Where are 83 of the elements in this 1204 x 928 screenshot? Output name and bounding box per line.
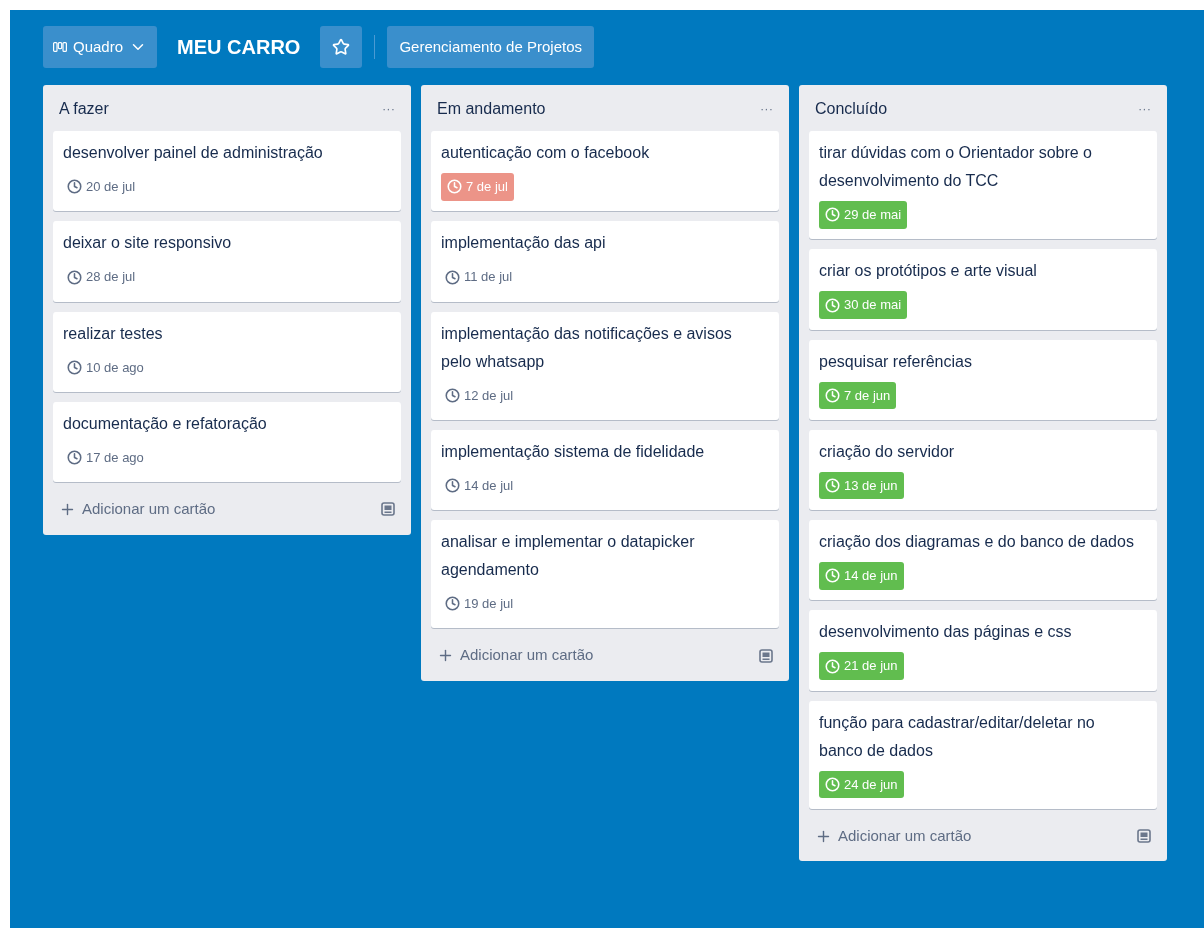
clock-icon xyxy=(445,478,460,493)
list-menu-button[interactable]: ··· xyxy=(760,99,773,119)
due-date-text: 11 de jul xyxy=(464,268,513,287)
due-date-text: 19 de jul xyxy=(464,595,514,613)
card-title: implementação sistema de fidelidade xyxy=(441,441,706,462)
star-button[interactable] xyxy=(320,26,363,68)
clock-icon xyxy=(825,658,840,674)
due-date-text: 20 de jul xyxy=(86,178,136,196)
task-card[interactable]: deixar o site responsivo 28 de jul xyxy=(53,221,401,302)
template-icon[interactable] xyxy=(381,502,395,517)
task-card[interactable]: desenvolvimento das páginas e css 21 de jun xyxy=(809,610,1157,691)
card-title: analisar e implementar o datapicker agendamento xyxy=(441,532,696,580)
due-date-text: 29 de mai xyxy=(844,206,902,224)
task-card[interactable]: documentação e refatoração 17 de ago xyxy=(53,401,401,482)
card-title: deixar o site responsivo xyxy=(63,233,233,254)
clock-icon xyxy=(825,478,840,493)
due-date-text: 7 de jun xyxy=(844,386,891,405)
card-title: desenvolvimento das páginas e css xyxy=(819,622,1073,643)
card-title: criação dos diagramas e do banco de dados xyxy=(819,532,1135,552)
clock-icon xyxy=(445,596,460,612)
card-title: criar os protótipos e arte visual xyxy=(819,261,1038,282)
clock-icon xyxy=(445,269,460,285)
clock-icon xyxy=(447,179,462,195)
list-menu-button[interactable]: ··· xyxy=(1138,99,1151,119)
clock-icon xyxy=(825,387,840,403)
due-date-text: 21 de jun xyxy=(844,657,898,676)
clock-icon xyxy=(825,568,840,584)
task-card[interactable]: desenvolver painel de administração 20 de jul xyxy=(53,131,401,212)
task-card[interactable]: criar os protótipos e arte visual 30 de mai xyxy=(809,249,1157,330)
task-card[interactable]: pesquisar referências 7 de jun xyxy=(809,339,1157,420)
board-icon xyxy=(53,42,67,52)
task-card[interactable]: implementação sistema de fidelidade 14 de jul xyxy=(431,429,779,510)
task-card[interactable]: implementação das notificações e avisos pelo whatsapp 12 de jul xyxy=(431,311,779,420)
list-title: Concluído xyxy=(815,99,888,119)
plus-icon xyxy=(437,647,454,664)
due-date-text: 7 de jul xyxy=(466,178,508,196)
card-title: pesquisar referências xyxy=(819,351,973,372)
task-card[interactable]: tirar dúvidas com o Orientador sobre o desenvolvimento do TCC 29 de mai xyxy=(809,131,1157,240)
due-date-text: 14 de jul xyxy=(464,476,514,495)
team-button[interactable]: Gerenciamento de Projetos xyxy=(387,26,594,68)
task-card[interactable]: criação dos diagramas e do banco de dados 14 de jun xyxy=(809,520,1157,601)
due-date-text: 28 de jul xyxy=(86,268,136,287)
card-title: desenvolver painel de administração xyxy=(63,143,324,163)
clock-icon xyxy=(67,450,82,465)
list-title: Em andamento xyxy=(437,99,546,119)
card-title: implementação das api xyxy=(441,233,607,254)
add-card-button[interactable]: Adicionar um cartão xyxy=(815,824,972,848)
task-card[interactable]: implementação das api 11 de jul xyxy=(431,221,779,302)
due-date-text: 24 de jun xyxy=(844,775,898,794)
task-card[interactable]: criação do servidor 13 de jun xyxy=(809,429,1157,510)
template-icon[interactable] xyxy=(1137,829,1151,843)
card-title: documentação e refatoração xyxy=(63,413,268,434)
view-switcher-button[interactable]: Quadro xyxy=(43,26,158,68)
card-title: implementação das notificações e avisos pelo whatsapp xyxy=(441,323,733,372)
due-date-text: 12 de jul xyxy=(464,386,514,405)
board-title: MEU CARRO xyxy=(176,35,302,60)
add-card-button[interactable]: Adicionar um cartão xyxy=(59,498,216,521)
clock-icon xyxy=(67,179,82,195)
card-title: tirar dúvidas com o Orientador sobre o desenvolvimento do TCC xyxy=(819,143,1093,191)
clock-icon xyxy=(67,359,82,375)
clock-icon xyxy=(445,387,460,403)
card-title: autenticação com o facebook xyxy=(441,143,651,163)
clock-icon xyxy=(67,269,82,285)
add-card-button[interactable]: Adicionar um cartão xyxy=(437,644,594,667)
task-card[interactable]: realizar testes 10 de ago xyxy=(53,311,401,392)
clock-icon xyxy=(825,297,840,313)
list-title: A fazer xyxy=(59,99,109,119)
due-date-text: 13 de jun xyxy=(844,476,898,495)
due-date-text: 14 de jun xyxy=(844,567,898,585)
card-title: criação do servidor xyxy=(819,441,956,462)
task-card[interactable]: função para cadastrar/editar/deletar no banco de dados 24 de jun xyxy=(809,700,1157,809)
due-date-text: 10 de ago xyxy=(86,358,144,377)
clock-icon xyxy=(825,207,840,223)
task-card[interactable]: analisar e implementar o datapicker agendamento 19 de jul xyxy=(431,520,779,629)
card-title: função para cadastrar/editar/deletar no banco de dados xyxy=(819,712,1096,761)
due-date-text: 17 de ago xyxy=(86,448,144,467)
due-date-text: 30 de mai xyxy=(844,296,902,315)
list-menu-button[interactable]: ··· xyxy=(382,99,395,119)
template-icon[interactable] xyxy=(759,648,773,663)
clock-icon xyxy=(825,776,840,792)
card-title: realizar testes xyxy=(63,323,164,344)
star-icon xyxy=(332,38,351,56)
task-card[interactable]: autenticação com o facebook 7 de jul xyxy=(431,131,779,212)
